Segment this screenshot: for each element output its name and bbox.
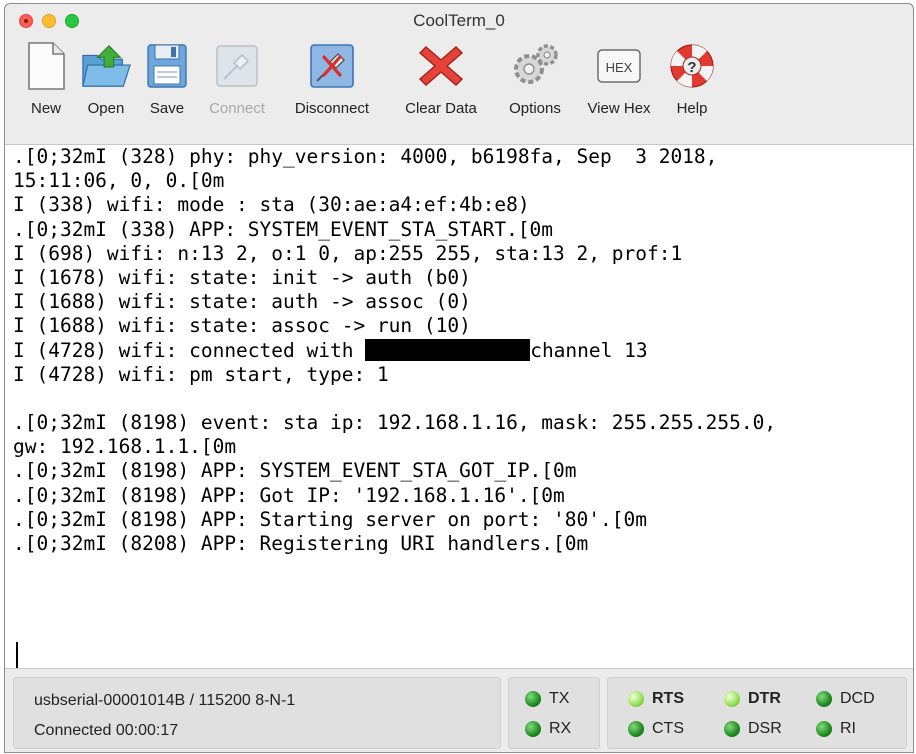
dcd-led-icon (816, 691, 832, 707)
clear-data-label: Clear Data (405, 100, 477, 117)
terminal-line: gw: 192.168.1.1.[0m (13, 435, 237, 459)
window-title: CoolTerm_0 (413, 11, 505, 30)
lifebuoy-icon: ? (666, 40, 718, 92)
open-folder-icon (80, 40, 132, 92)
new-button[interactable]: New (17, 40, 75, 117)
open-label: Open (87, 100, 125, 117)
terminal-line: .[0;32mI (8198) APP: Starting server on … (13, 507, 647, 531)
redaction-box (365, 338, 531, 361)
close-window-button[interactable] (19, 14, 33, 28)
cts-label: CTS (652, 720, 684, 737)
clear-x-icon (415, 40, 467, 92)
terminal-line: .[0;32mI (338) APP: SYSTEM_EVENT_STA_STA… (13, 217, 554, 241)
rx-led-icon (525, 721, 541, 737)
dsr-led-icon (724, 721, 740, 737)
ri-label: RI (840, 720, 856, 737)
terminal-line: .[0;32mI (8208) APP: Registering URI han… (13, 532, 589, 555)
rx-indicator: RX (525, 720, 571, 738)
new-label: New (30, 100, 61, 117)
ri-indicator: RI (816, 720, 856, 738)
coolterm-window: CoolTerm_0 New Open Save Connect Disconn… (4, 3, 914, 753)
tx-indicator: TX (525, 690, 569, 708)
help-label: Help (676, 100, 708, 117)
dtr-label: DTR (748, 690, 781, 707)
status-bar: usbserial-00001014B / 115200 8-N-1 Conne… (5, 668, 913, 752)
options-button[interactable]: Options (495, 40, 575, 117)
tx-led-icon (525, 691, 541, 707)
disconnect-label: Disconnect (294, 100, 370, 117)
dtr-led-icon (724, 691, 740, 707)
ri-led-icon (816, 721, 832, 737)
minimize-window-button[interactable] (42, 14, 56, 28)
clear-data-button[interactable]: Clear Data (387, 40, 495, 117)
dcd-indicator: DCD (816, 690, 875, 708)
cts-led-icon (628, 721, 644, 737)
terminal-line: I (338) wifi: mode : sta (30:ae:a4:ef:4b… (13, 193, 530, 217)
connection-info-panel: usbserial-00001014B / 115200 8-N-1 Conne… (13, 677, 501, 749)
terminal-line: .[0;32mI (8198) event: sta ip: 192.168.1… (13, 411, 777, 435)
rts-led-icon (628, 691, 644, 707)
terminal-line-suffix: channel 13 (530, 338, 648, 362)
connect-button[interactable]: Connect (197, 40, 277, 117)
hex-icon: HEX (593, 40, 645, 92)
svg-text:?: ? (687, 59, 696, 76)
options-label: Options (509, 100, 561, 117)
terminal-line: I (1688) wifi: state: assoc -> run (10) (13, 314, 471, 338)
rts-label: RTS (652, 690, 684, 707)
dcd-label: DCD (840, 690, 875, 707)
terminal-line: .[0;32mI (8198) APP: SYSTEM_EVENT_STA_GO… (13, 459, 577, 483)
rx-label: RX (549, 720, 572, 737)
rts-indicator[interactable]: RTS (628, 690, 684, 708)
terminal-line-redacted: I (4728) wifi: connected with channel 13 (5, 338, 913, 363)
zoom-window-button[interactable] (65, 14, 79, 28)
terminal-line-prefix: I (4728) wifi: connected with (13, 338, 366, 362)
terminal-line: I (1688) wifi: state: auth -> assoc (0) (13, 290, 471, 314)
window-controls (19, 14, 79, 28)
port-settings: usbserial-00001014B / 115200 8-N-1 (34, 692, 296, 709)
text-cursor (16, 642, 18, 668)
tx-label: TX (549, 690, 570, 707)
disconnect-button[interactable]: Disconnect (277, 40, 387, 117)
view-hex-label: View Hex (587, 100, 651, 117)
save-disk-icon (141, 40, 193, 92)
gears-icon (509, 40, 561, 92)
terminal-output[interactable]: .[0;32mI (328) phy: phy_version: 4000, b… (5, 144, 913, 669)
save-button[interactable]: Save (137, 40, 197, 117)
dsr-indicator: DSR (724, 720, 782, 738)
terminal-line: I (698) wifi: n:13 2, o:1 0, ap:255 255,… (13, 241, 683, 265)
line-status-panel: RTS CTS DTR DSR DCD RI (607, 677, 907, 749)
help-button[interactable]: ? Help (663, 40, 721, 117)
toolbar: New Open Save Connect Disconnect Clear D… (5, 40, 913, 136)
dsr-label: DSR (748, 720, 782, 737)
open-button[interactable]: Open (75, 40, 137, 117)
view-hex-button[interactable]: HEX View Hex (575, 40, 663, 117)
terminal-line: .[0;32mI (328) phy: phy_version: 4000, b… (13, 145, 718, 168)
connection-status: Connected 00:00:17 (34, 722, 179, 739)
cts-indicator: CTS (628, 720, 684, 738)
connect-label: Connect (209, 100, 265, 117)
terminal-line: 15:11:06, 0, 0.[0m (13, 169, 225, 193)
save-label: Save (149, 100, 185, 117)
dtr-indicator[interactable]: DTR (724, 690, 781, 708)
connect-plug-icon (211, 40, 263, 92)
terminal-line: I (4728) wifi: pm start, type: 1 (13, 362, 389, 386)
svg-text:HEX: HEX (606, 60, 633, 75)
tx-rx-panel: TX RX (508, 677, 600, 749)
terminal-line: I (1678) wifi: state: init -> auth (b0) (13, 265, 471, 289)
new-document-icon (20, 40, 72, 92)
terminal-line: .[0;32mI (8198) APP: Got IP: '192.168.1.… (13, 483, 565, 507)
disconnect-plug-icon (306, 40, 358, 92)
title-bar: CoolTerm_0 (5, 4, 913, 38)
